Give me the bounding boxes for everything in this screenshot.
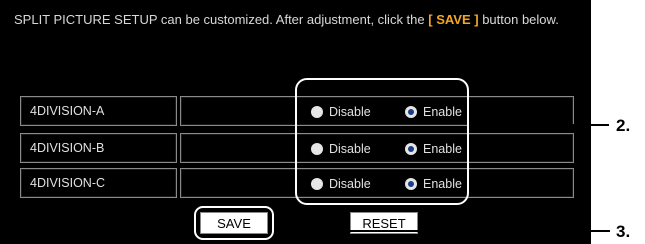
split-picture-setup-panel: SPLIT PICTURE SETUP can be customized. A… — [0, 0, 591, 244]
save-button[interactable]: SAVE — [200, 212, 268, 234]
row-name: 4DIVISION-B — [20, 133, 177, 163]
callout-label-2: 2. — [616, 116, 631, 135]
instruction-text-start: SPLIT PICTURE SETUP can be customized. A… — [14, 12, 429, 27]
radio-callout-frame — [295, 78, 469, 205]
row-name: 4DIVISION-A — [20, 96, 177, 126]
instruction-text-end: button below. — [478, 12, 559, 27]
callout-label-3: 3. — [616, 222, 631, 241]
callout-leader-line-2 — [469, 124, 609, 126]
callout-leader-line-3 — [274, 230, 610, 232]
row-name: 4DIVISION-C — [20, 168, 177, 198]
instruction-save-keyword: [ SAVE ] — [428, 12, 479, 27]
instruction-text: SPLIT PICTURE SETUP can be customized. A… — [14, 12, 574, 27]
